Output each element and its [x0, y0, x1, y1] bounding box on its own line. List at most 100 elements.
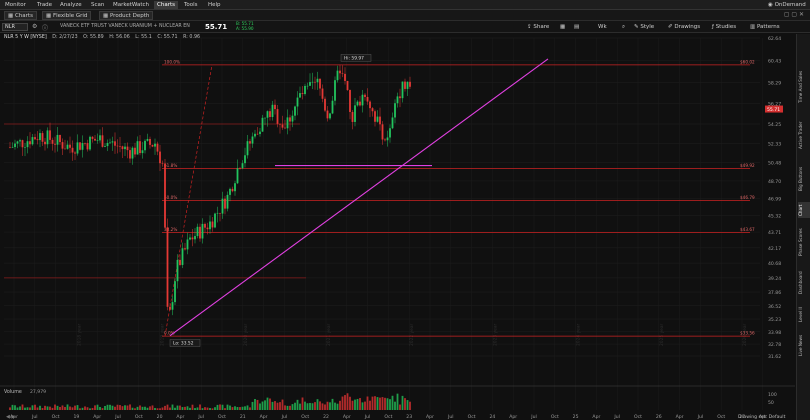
candle-body: [409, 81, 411, 87]
tab-product-depth-label: Product Depth: [109, 13, 150, 19]
side-tab-chart[interactable]: Chart: [798, 202, 810, 218]
volume-bar: [11, 404, 14, 410]
candle-body: [154, 143, 156, 147]
symbol-input[interactable]: NLR: [2, 23, 28, 31]
time-tick-label: Apr: [426, 414, 434, 420]
patterns-button[interactable]: ▥ Patterns: [750, 24, 780, 30]
candle-body: [101, 135, 104, 147]
volume-bar: [339, 400, 341, 410]
price-tick-label: 39.24: [768, 276, 781, 282]
menu-monitor[interactable]: Monitor: [5, 2, 26, 8]
volume-bar: [306, 403, 309, 410]
chart-area[interactable]: 2018 year 2019 year 2020 year 2021 year 2022…: [0, 34, 795, 420]
volume-bar: [274, 401, 276, 410]
candle-body: [309, 82, 311, 86]
volume-bar: [46, 406, 49, 410]
fibonacci-levels[interactable]: 100.0% $60.02 61.8% $49.92 50.0% $46.79 38.2% $…: [162, 59, 755, 337]
candle-body: [69, 144, 71, 148]
year-watermark: 2024 year: [576, 323, 582, 346]
price-chart[interactable]: 2018 year 2019 year 2020 year 2021 year 2022…: [0, 34, 795, 420]
candle-body: [344, 73, 346, 81]
side-tab-live-news[interactable]: Live News: [798, 330, 810, 360]
time-tick-label: Oct: [551, 414, 559, 420]
volume-bar: [54, 404, 56, 410]
candle-body: [311, 81, 314, 83]
candle-body: [139, 141, 141, 154]
volume-bar: [251, 401, 254, 410]
tab-flexible-grid[interactable]: ▦ Flexible Grid: [42, 11, 92, 20]
layout-icon[interactable]: ▤: [574, 24, 579, 30]
volume-bar: [136, 406, 139, 410]
volume-bar: [219, 404, 221, 410]
drawings-button[interactable]: ✐ Drawings: [668, 24, 700, 30]
volume-bar: [401, 395, 404, 410]
zoom-icon[interactable]: ⌕: [622, 24, 625, 31]
volume-bar: [279, 402, 281, 410]
volume-bar: [304, 401, 306, 410]
scroll-left-icon[interactable]: ◀ ▶: [6, 414, 15, 420]
volume-bar: [124, 405, 126, 410]
info-icon[interactable]: ⓘ: [42, 23, 48, 32]
volume-bar: [104, 405, 106, 410]
side-tab-active-trader[interactable]: Active Trader: [798, 114, 810, 156]
menu-trade[interactable]: Trade: [37, 2, 52, 8]
menu-charts[interactable]: Charts: [154, 1, 178, 9]
candle-body: [354, 105, 356, 122]
candle-body: [239, 168, 241, 169]
candle-body: [201, 223, 204, 239]
time-axis[interactable]: Apr Jul Oct 19 Apr Jul Oct 20 Apr Jul Oct 21 Apr Jul O…: [6, 414, 786, 420]
volume-bar: [374, 396, 376, 410]
volume-bar: [31, 405, 34, 410]
candle-body: [276, 109, 279, 124]
candle-body: [259, 131, 261, 135]
ondemand-button[interactable]: ◉ OnDemand: [768, 2, 806, 8]
candle-body: [399, 96, 401, 99]
volume-bar: [324, 404, 326, 410]
candle-body: [406, 81, 409, 89]
time-tick-label: Apr: [676, 414, 684, 420]
link-icon[interactable]: ⚙: [32, 23, 37, 30]
candle-body: [209, 221, 211, 230]
tab-product-depth[interactable]: ▦ Product Depth: [99, 11, 154, 20]
menu-help[interactable]: Help: [208, 2, 221, 8]
volume-bar: [404, 398, 406, 410]
year-watermark: 2021 year: [326, 323, 332, 346]
candle-body: [109, 142, 111, 144]
menu-scan[interactable]: Scan: [91, 2, 104, 8]
grid-icon[interactable]: ▦: [560, 24, 565, 30]
candle-body: [376, 116, 379, 122]
drawing-set-label[interactable]: Drawing set: Default: [738, 414, 786, 420]
tab-charts[interactable]: ▦ Charts: [4, 11, 37, 20]
share-button[interactable]: ⇪ Share: [527, 24, 549, 30]
volume-tick-label: 100: [768, 392, 777, 398]
candle-body: [359, 101, 361, 106]
window-controls-icon[interactable]: ▢ ▢ ✕: [784, 11, 804, 18]
side-tab-big-buttons[interactable]: Big Buttons: [798, 160, 810, 198]
volume-bar: [209, 408, 211, 410]
style-button[interactable]: ✎ Style: [634, 24, 654, 30]
candle-body: [361, 94, 364, 106]
side-tab-phase-scores[interactable]: Phase Scores: [798, 222, 810, 262]
volume-bar: [9, 407, 11, 410]
studies-button[interactable]: ƒ Studies: [712, 24, 736, 30]
side-tab-dashboard[interactable]: Dashboard: [798, 266, 810, 300]
period-select[interactable]: Wk: [598, 24, 607, 30]
candle-body: [366, 96, 369, 102]
volume-bar: [16, 407, 19, 410]
volume-bar: [194, 408, 196, 410]
menu-tools[interactable]: Tools: [184, 2, 198, 8]
candle-body: [36, 139, 39, 141]
candle-body: [79, 142, 81, 150]
price-tick-label: 35.23: [768, 317, 781, 323]
volume-bar: [364, 401, 366, 410]
candle-body: [89, 136, 91, 150]
side-tab-level-ii[interactable]: Level II: [798, 304, 810, 326]
side-tab-time-and-sales[interactable]: Time And Sales: [798, 64, 810, 110]
candle-body: [11, 146, 14, 148]
grid-lines: [4, 37, 764, 410]
menu-marketwatch[interactable]: MarketWatch: [113, 2, 149, 8]
price-axis[interactable]: 62.6460.4358.2956.2754.2552.3350.4848.70…: [765, 36, 783, 360]
menu-analyze[interactable]: Analyze: [60, 2, 82, 8]
candle-body: [266, 111, 269, 118]
volume-bar: [99, 406, 101, 410]
